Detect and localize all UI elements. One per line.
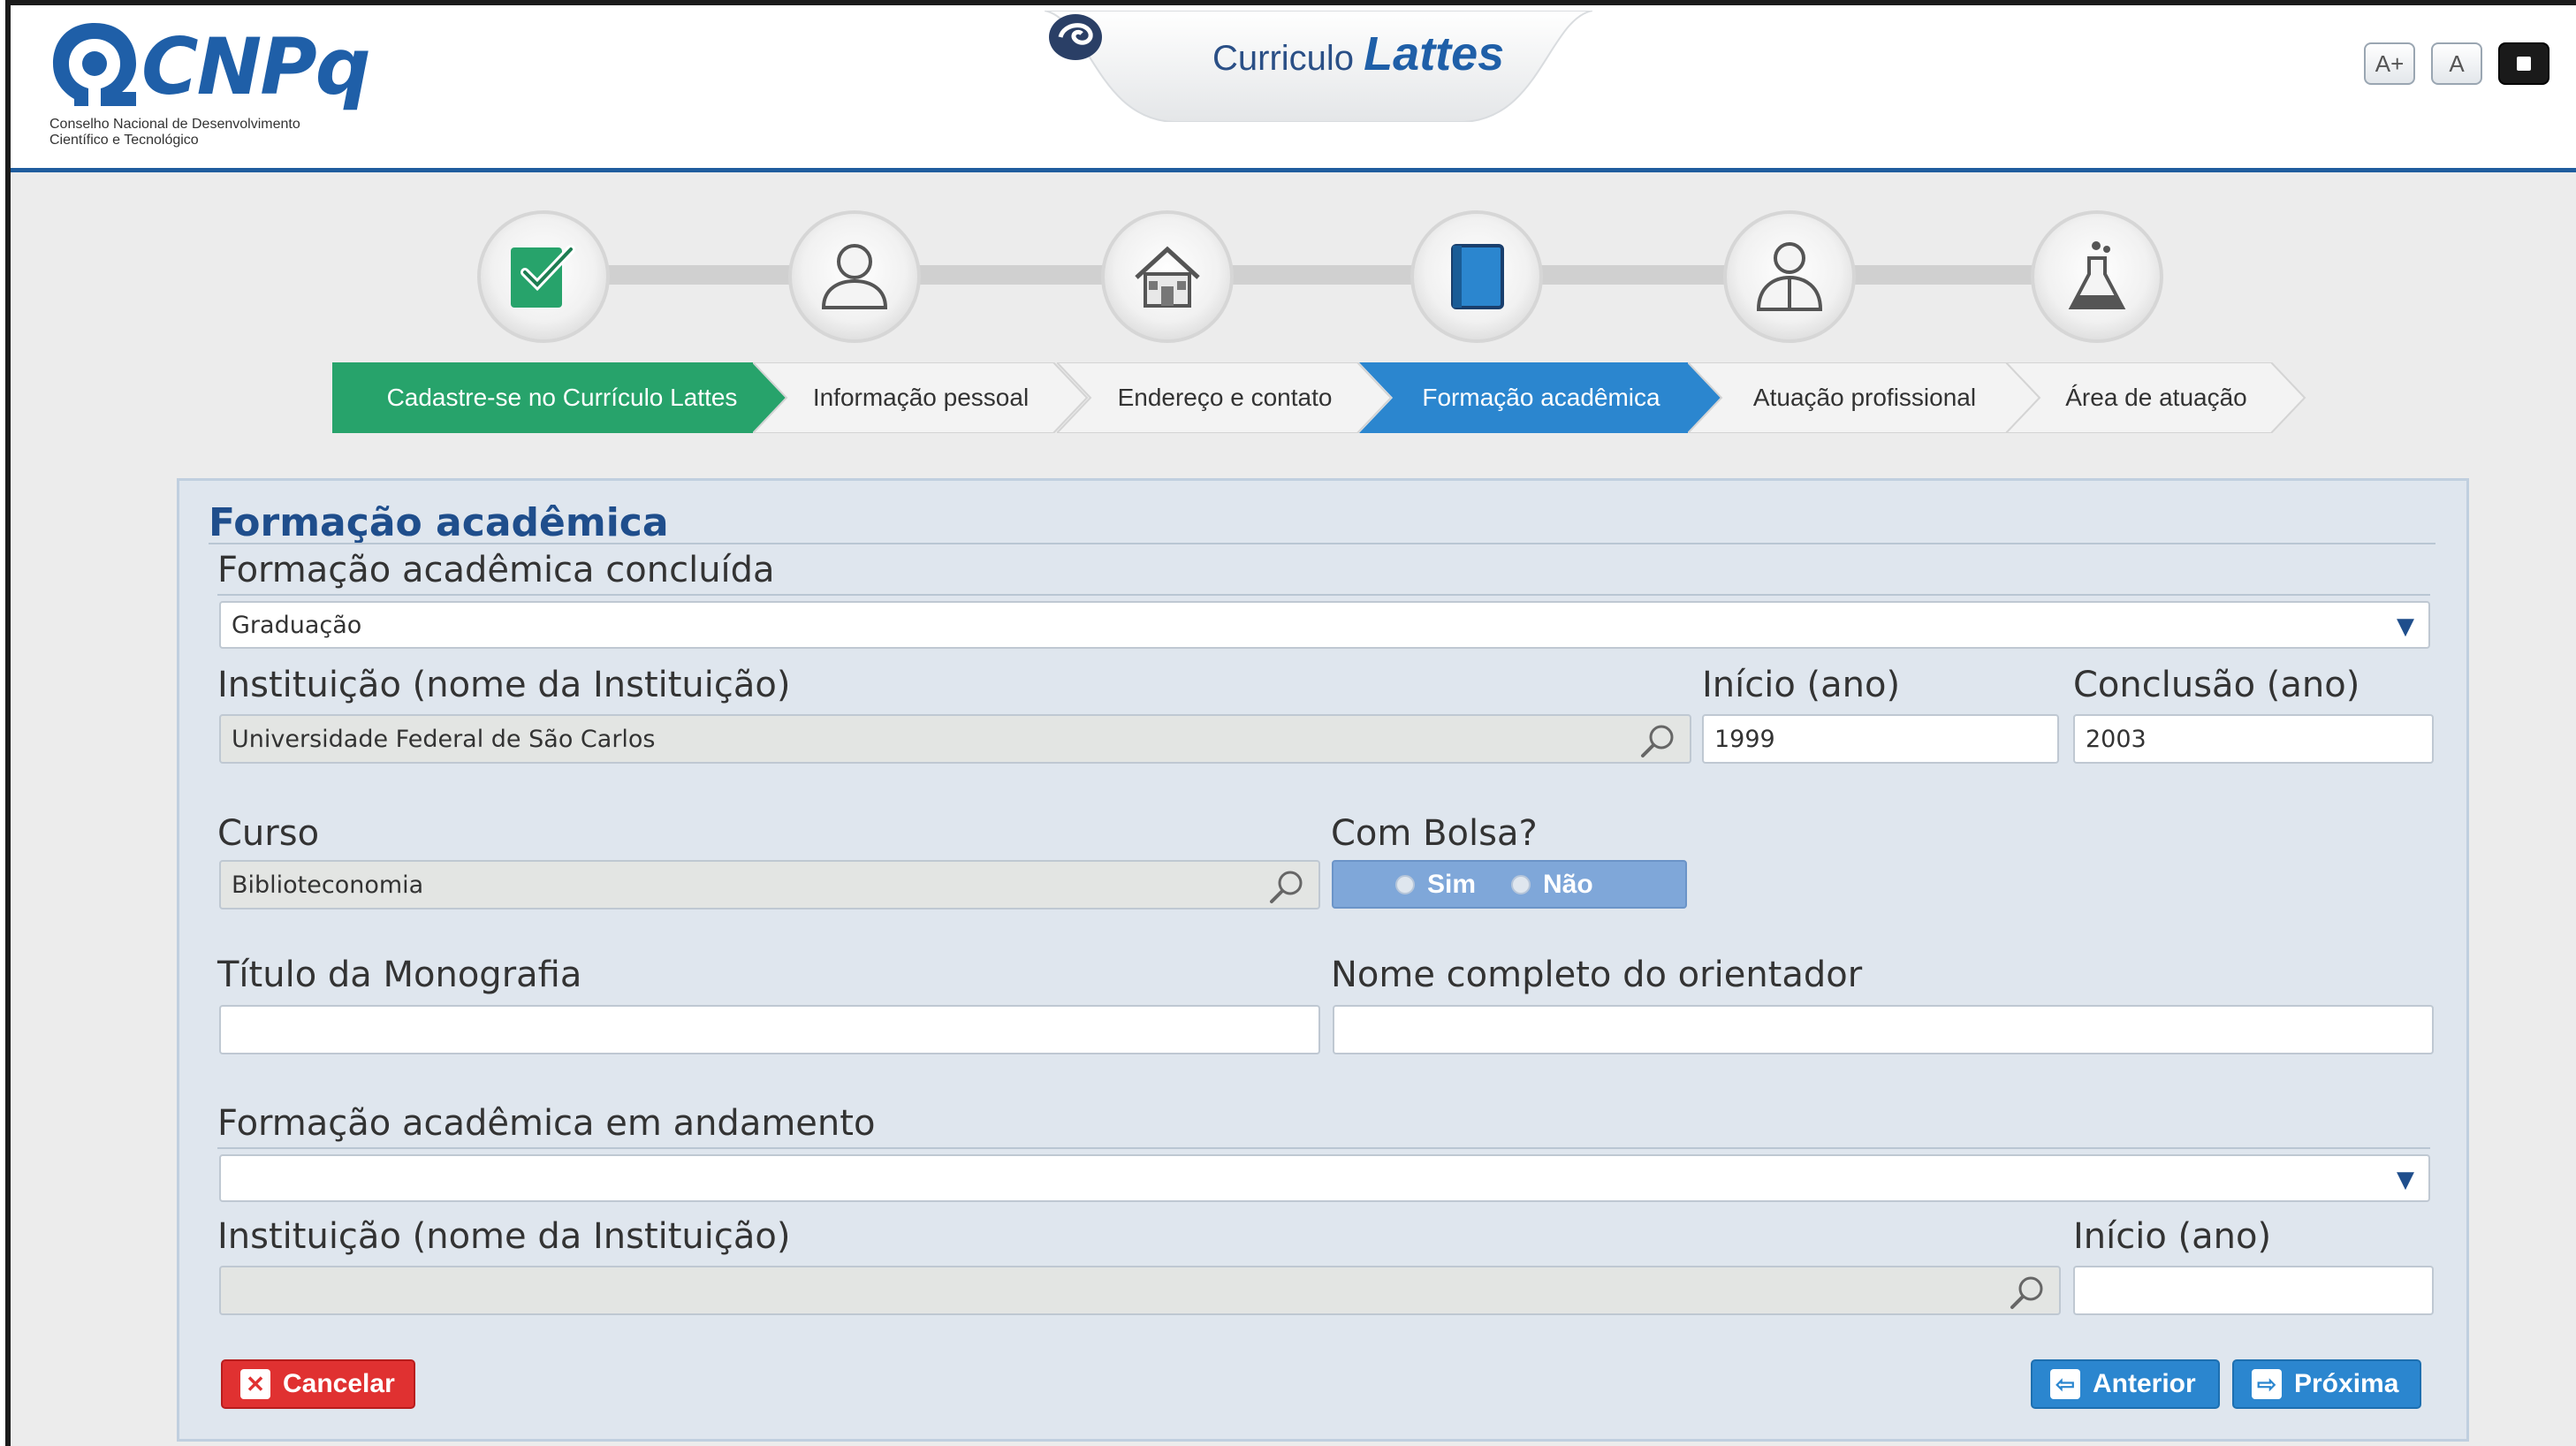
next-button[interactable]: ⇨ Próxima — [2232, 1359, 2421, 1409]
logo-subtitle-line2: Científico e Tecnológico — [49, 133, 199, 148]
advisor-label: Nome completo do orientador — [1331, 955, 1863, 995]
institution-field[interactable]: Universidade Federal de São Carlos — [219, 714, 1691, 764]
scholarship-yes-radio[interactable] — [1395, 874, 1415, 894]
checkbox-form-icon — [511, 245, 575, 308]
breadcrumb-label: Informação pessoal — [812, 384, 1030, 411]
breadcrumb-label: Cadastre-se no Currículo Lattes — [386, 384, 738, 411]
next-button-label: Próxima — [2294, 1369, 2399, 1398]
logo-name: CNPq — [141, 21, 371, 112]
step-connector — [601, 265, 795, 285]
previous-button-label: Anterior — [2093, 1369, 2196, 1398]
previous-button[interactable]: ⇦ Anterior — [2031, 1359, 2220, 1409]
end-year-value: 2003 — [2086, 725, 2147, 753]
step-connector — [1838, 265, 2041, 285]
course-field[interactable]: Biblioteconomia — [219, 860, 1320, 909]
breadcrumb-step-area[interactable]: Área de atuação — [2006, 362, 2306, 433]
font-normal-button[interactable]: A — [2431, 42, 2482, 85]
high-contrast-button[interactable] — [2498, 42, 2549, 85]
end-year-field[interactable]: 2003 — [2073, 714, 2434, 764]
institution-value: Universidade Federal de São Carlos — [232, 725, 656, 753]
logo-subtitle: Conselho Nacional de Desenvolvimento Cie… — [49, 117, 368, 148]
step-2-personal[interactable] — [788, 210, 921, 343]
scholarship-label: Com Bolsa? — [1331, 813, 1538, 854]
site-header: CNPq Conselho Nacional de Desenvolviment… — [11, 5, 2576, 172]
cnpq-logo-mark-icon — [53, 23, 136, 106]
lattes-swirl-icon — [1049, 14, 1102, 60]
breadcrumb-step-education[interactable]: Formação acadêmica — [1359, 362, 1723, 433]
font-increase-button[interactable]: A+ — [2364, 42, 2415, 85]
scholarship-radio-group: Sim Não — [1332, 860, 1687, 909]
monograph-field[interactable] — [219, 1005, 1320, 1054]
house-icon — [1135, 246, 1200, 308]
breadcrumb-label: Atuação profissional — [1752, 384, 1977, 411]
breadcrumb-step-professional[interactable]: Atuação profissional — [1688, 362, 2041, 433]
step-5-professional[interactable] — [1723, 210, 1856, 343]
logo-subtitle-line1: Conselho Nacional de Desenvolvimento — [49, 117, 300, 132]
lattes-brand-text: Curriculo Lattes — [1212, 27, 1504, 81]
right-margin — [2511, 172, 2576, 1446]
breadcrumb-label: Endereço e contato — [1117, 384, 1333, 411]
step-1-register[interactable] — [477, 210, 610, 343]
close-icon: ✕ — [240, 1369, 270, 1399]
in-progress-label: Formação acadêmica em andamento — [217, 1103, 876, 1144]
scholarship-no-label[interactable]: Não — [1543, 870, 1593, 900]
start-year2-label: Início (ano) — [2073, 1216, 2272, 1257]
step-6-area[interactable] — [2031, 210, 2163, 343]
institution2-field[interactable] — [219, 1266, 2061, 1315]
step-connector — [910, 265, 1113, 285]
breadcrumb-label: Área de atuação — [2065, 384, 2247, 411]
arrow-left-icon: ⇦ — [2050, 1369, 2080, 1399]
step-3-address[interactable] — [1101, 210, 1234, 343]
brand-name: Lattes — [1364, 27, 1505, 80]
start-year-field[interactable]: 1999 — [1702, 714, 2059, 764]
brand-prefix: Curriculo — [1212, 39, 1355, 78]
concluded-degree-select[interactable]: Graduação ▼ — [219, 601, 2430, 649]
institution-label: Instituição (nome da Instituição) — [217, 665, 791, 705]
concluded-degree-label: Formação acadêmica concluída — [217, 550, 775, 590]
concluded-degree-value: Graduação — [232, 611, 362, 639]
flask-icon — [2068, 241, 2126, 309]
section-divider — [217, 1147, 2430, 1149]
arrow-right-icon: ⇨ — [2252, 1369, 2282, 1399]
scholarship-no-radio[interactable] — [1511, 874, 1531, 894]
step-connector — [1529, 265, 1732, 285]
monograph-label: Título da Monografia — [217, 955, 582, 995]
start-year-label: Início (ano) — [1702, 665, 1901, 705]
course-value: Biblioteconomia — [232, 871, 424, 899]
step-connector — [1224, 265, 1418, 285]
professional-person-icon — [1756, 242, 1823, 311]
chevron-down-icon: ▼ — [2397, 613, 2414, 640]
start-year-value: 1999 — [1714, 725, 1775, 753]
section-divider — [217, 594, 2430, 596]
breadcrumb-step-address[interactable]: Endereço e contato — [1057, 362, 1393, 433]
scholarship-yes-label[interactable]: Sim — [1427, 870, 1476, 900]
title-divider — [209, 543, 2435, 544]
search-icon[interactable] — [1267, 867, 1306, 906]
breadcrumb-step-register[interactable]: Cadastre-se no Currículo Lattes — [332, 362, 792, 433]
breadcrumb-label: Formação acadêmica — [1422, 384, 1660, 411]
search-icon[interactable] — [1638, 721, 1677, 760]
in-progress-select[interactable]: ▼ — [219, 1154, 2430, 1202]
form-title: Formação acadêmica — [209, 500, 669, 545]
person-icon — [821, 244, 888, 309]
advisor-field[interactable] — [1333, 1005, 2434, 1054]
contrast-icon — [2517, 57, 2531, 71]
course-label: Curso — [217, 813, 320, 854]
font-size-controls: A+ A — [2364, 42, 2549, 88]
book-icon — [1451, 244, 1504, 309]
cancel-button[interactable]: ✕ Cancelar — [221, 1359, 415, 1409]
cancel-button-label: Cancelar — [283, 1369, 395, 1398]
step-4-education[interactable] — [1410, 210, 1543, 343]
search-icon[interactable] — [2008, 1273, 2047, 1312]
lattes-brand-tab[interactable]: Curriculo Lattes — [1045, 11, 1592, 122]
breadcrumb-step-personal[interactable]: Informação pessoal — [753, 362, 1089, 433]
chevron-down-icon: ▼ — [2397, 1167, 2414, 1193]
end-year-label: Conclusão (ano) — [2073, 665, 2360, 705]
institution2-label: Instituição (nome da Instituição) — [217, 1216, 791, 1257]
cnpq-logo[interactable]: CNPq Conselho Nacional de Desenvolviment… — [46, 18, 371, 150]
start-year2-field[interactable] — [2073, 1266, 2434, 1315]
